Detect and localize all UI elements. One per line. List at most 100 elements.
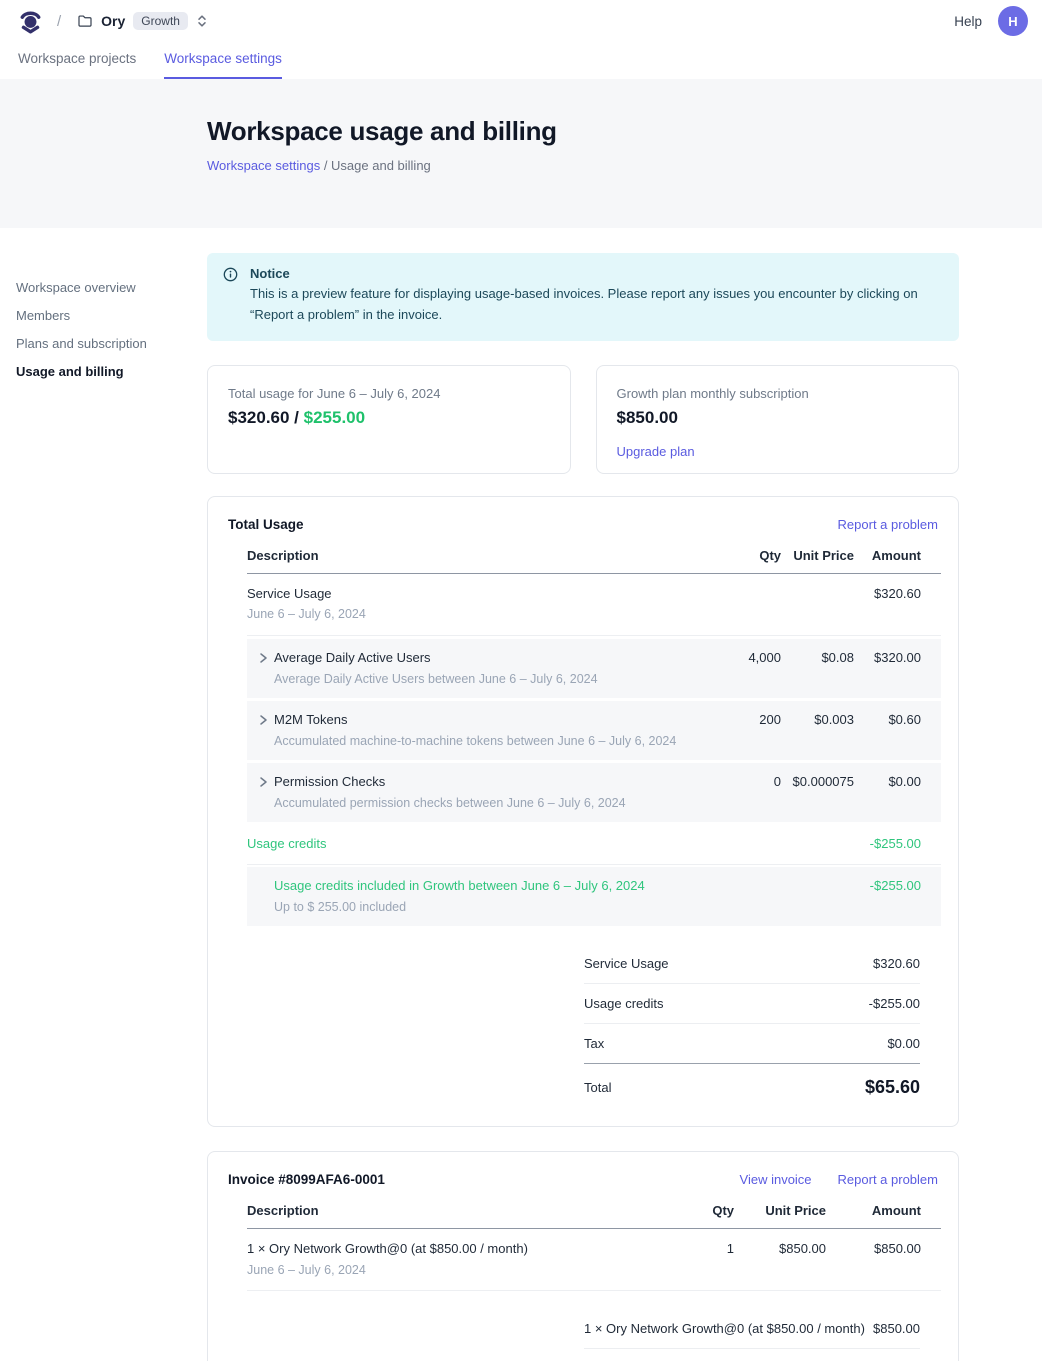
plan-badge: Growth — [133, 12, 188, 30]
summary-value: $320.60 — [873, 956, 920, 971]
row-qty: 0 — [706, 774, 781, 791]
notice-banner: Notice This is a preview feature for dis… — [207, 253, 959, 341]
table-row-service-usage: Service Usage June 6 – July 6, 2024 $320… — [247, 574, 941, 636]
topbar-right: Help H — [954, 6, 1028, 36]
notice-title: Notice — [250, 266, 940, 281]
invoice-table-header: Description Qty Unit Price Amount — [247, 1203, 941, 1229]
breadcrumb-settings-link[interactable]: Workspace settings — [207, 158, 320, 173]
subscription-label: Growth plan monthly subscription — [617, 386, 939, 401]
row-title: Usage credits — [247, 836, 706, 853]
row-amount: $0.60 — [854, 712, 941, 729]
help-link[interactable]: Help — [954, 14, 982, 29]
invoice-panel-header: Invoice #8099AFA6-0001 View invoice Repo… — [228, 1172, 938, 1187]
table-row-usage-credits: Usage credits -$255.00 — [247, 824, 941, 865]
user-avatar[interactable]: H — [998, 6, 1028, 36]
row-subtitle: Accumulated permission checks between Ju… — [274, 795, 706, 811]
usage-summary: Service Usage $320.60 Usage credits -$25… — [584, 944, 920, 1098]
usage-panel-title: Total Usage — [228, 517, 304, 532]
row-amount: -$255.00 — [854, 836, 941, 853]
top-bar: / Ory Growth Help H — [0, 0, 1042, 42]
row-title: 1 × Ory Network Growth@0 (at $850.00 / m… — [247, 1241, 674, 1258]
subscription-amount: $850.00 — [617, 408, 939, 428]
summary-value: $850.00 — [873, 1321, 920, 1336]
row-unit-price: $0.003 — [781, 712, 854, 729]
breadcrumb-current: / Usage and billing — [320, 158, 431, 173]
notice-body: This is a preview feature for displaying… — [250, 284, 940, 326]
invoice-panel: Invoice #8099AFA6-0001 View invoice Repo… — [207, 1151, 959, 1361]
row-amount: $320.60 — [854, 586, 941, 603]
row-amount: -$255.00 — [854, 878, 941, 895]
column-unit-price: Unit Price — [734, 1203, 826, 1218]
tab-workspace-projects[interactable]: Workspace projects — [18, 42, 136, 79]
row-title: Usage credits included in Growth between… — [274, 878, 706, 895]
row-unit-price: $0.08 — [781, 650, 854, 667]
up-down-chevron-icon — [196, 14, 208, 28]
sidebar-item-members[interactable]: Members — [16, 308, 191, 323]
view-invoice-link[interactable]: View invoice — [740, 1172, 812, 1187]
page-header: Workspace usage and billing Workspace se… — [0, 79, 1042, 228]
tab-workspace-settings[interactable]: Workspace settings — [164, 42, 282, 79]
column-unit-price: Unit Price — [781, 548, 854, 563]
usage-included-amount: $255.00 — [304, 408, 365, 427]
row-title: Service Usage — [247, 586, 706, 603]
table-row-growth-plan: 1 × Ory Network Growth@0 (at $850.00 / m… — [247, 1229, 941, 1291]
row-qty: 4,000 — [706, 650, 781, 667]
row-unit-price: $850.00 — [734, 1241, 826, 1258]
usage-separator: / — [289, 408, 303, 427]
page-title: Workspace usage and billing — [207, 116, 1042, 147]
table-row-permission-checks: Permission Checks Accumulated permission… — [247, 763, 941, 822]
table-row-m2m-tokens: M2M Tokens Accumulated machine-to-machin… — [247, 701, 941, 760]
total-usage-value: $320.60 / $255.00 — [228, 408, 550, 428]
invoice-table: Description Qty Unit Price Amount 1 × Or… — [247, 1203, 941, 1291]
summary-label: Usage credits — [584, 996, 663, 1011]
chevron-right-icon[interactable] — [256, 776, 270, 790]
row-amount: $320.00 — [854, 650, 941, 667]
breadcrumb: Workspace settings / Usage and billing — [207, 158, 1042, 173]
subscription-card: Growth plan monthly subscription $850.00… — [596, 365, 960, 474]
row-subtitle: Accumulated machine-to-machine tokens be… — [274, 733, 706, 749]
row-title: Permission Checks — [274, 774, 706, 791]
row-qty: 200 — [706, 712, 781, 729]
notice-content: Notice This is a preview feature for dis… — [250, 266, 940, 326]
sidebar-item-plans-and-subscription[interactable]: Plans and subscription — [16, 336, 191, 351]
chevron-right-icon[interactable] — [256, 652, 270, 666]
column-amount: Amount — [826, 1203, 941, 1218]
row-title: Average Daily Active Users — [274, 650, 706, 667]
sidebar-item-workspace-overview[interactable]: Workspace overview — [16, 280, 191, 295]
summary-total-row: Total $65.60 — [584, 1064, 920, 1098]
summary-value: $0.00 — [887, 1036, 920, 1051]
row-qty: 1 — [674, 1241, 734, 1258]
chevron-right-icon[interactable] — [256, 714, 270, 728]
row-amount: $850.00 — [826, 1241, 941, 1258]
upgrade-plan-link[interactable]: Upgrade plan — [617, 444, 695, 459]
info-circle-icon — [223, 267, 238, 326]
summary-row-usage-credits: Usage credits -$255.00 — [584, 984, 920, 1024]
usage-table: Description Qty Unit Price Amount Servic… — [247, 548, 941, 927]
usage-report-problem-link[interactable]: Report a problem — [838, 517, 938, 532]
summary-row-tax: Tax $0.00 — [584, 1349, 920, 1361]
total-value: $65.60 — [865, 1077, 920, 1098]
table-row-average-daily-active-users: Average Daily Active Users Average Daily… — [247, 639, 941, 698]
usage-used-amount: $320.60 — [228, 408, 289, 427]
column-qty: Qty — [674, 1203, 734, 1218]
total-usage-card: Total usage for June 6 – July 6, 2024 $3… — [207, 365, 571, 474]
row-subtitle: Average Daily Active Users between June … — [274, 671, 706, 687]
row-subtitle: Up to $ 255.00 included — [274, 899, 706, 915]
sidebar-item-usage-and-billing[interactable]: Usage and billing — [16, 364, 191, 379]
workspace-selector[interactable]: Ory Growth — [77, 12, 208, 30]
row-subtitle: June 6 – July 6, 2024 — [247, 606, 706, 622]
column-amount: Amount — [854, 548, 941, 563]
workspace-tabs: Workspace projects Workspace settings — [0, 42, 1042, 79]
summary-row-plan: 1 × Ory Network Growth@0 (at $850.00 / m… — [584, 1309, 920, 1349]
summary-label: Service Usage — [584, 956, 669, 971]
usage-panel-header: Total Usage Report a problem — [228, 517, 938, 532]
workspace-name: Ory — [101, 13, 125, 29]
invoice-report-problem-link[interactable]: Report a problem — [838, 1172, 938, 1187]
row-unit-price: $0.000075 — [781, 774, 854, 791]
invoice-title: Invoice #8099AFA6-0001 — [228, 1172, 385, 1187]
settings-sidebar: Workspace overview Members Plans and sub… — [16, 280, 191, 392]
total-usage-panel: Total Usage Report a problem Description… — [207, 496, 959, 1128]
ory-logo-icon[interactable] — [18, 9, 43, 34]
total-usage-label: Total usage for June 6 – July 6, 2024 — [228, 386, 550, 401]
column-description: Description — [247, 548, 706, 563]
